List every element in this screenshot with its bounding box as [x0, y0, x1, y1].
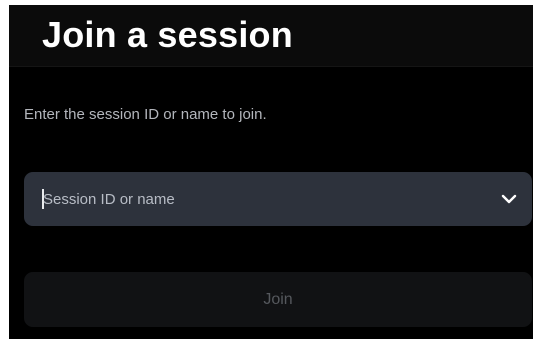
join-session-screen: Join a session Enter the session ID or n… [9, 5, 533, 339]
session-input[interactable] [43, 172, 483, 226]
header-bar: Join a session [9, 5, 533, 67]
session-combobox[interactable] [24, 172, 532, 226]
instruction-text: Enter the session ID or name to join. [24, 106, 267, 123]
page-title: Join a session [42, 14, 293, 55]
join-button[interactable]: Join [24, 272, 532, 327]
chevron-down-icon[interactable] [500, 190, 518, 208]
